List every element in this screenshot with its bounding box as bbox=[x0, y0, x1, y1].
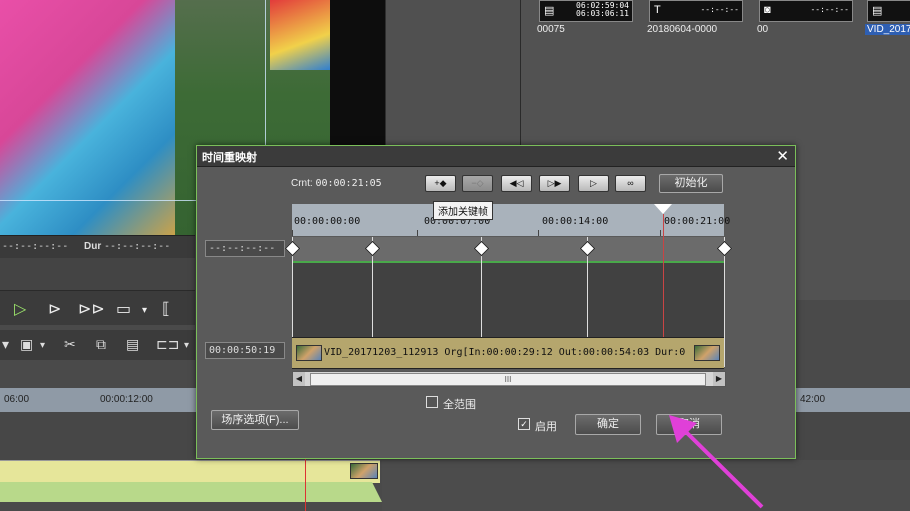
bin-clip-3[interactable]: ◙ --:--:-- bbox=[759, 0, 853, 22]
clip-timecodes: 06:02:59:04 06:03:06:11 bbox=[576, 2, 629, 18]
lane-timecode-field[interactable]: --:--:--:-- bbox=[205, 240, 285, 257]
loop-icon[interactable]: ▭ bbox=[116, 299, 131, 319]
clip-strip[interactable]: VID_20171203_112913 Org[In:00:00:29:12 O… bbox=[292, 337, 724, 369]
ruler-tick: 42:00 bbox=[800, 394, 826, 405]
time-remap-dialog: 时间重映射 ✕ Crnt: 00:00:21:05 +◆ −◇ ◀◁ ▷▶ ▷ … bbox=[196, 145, 796, 509]
add-keyframe-button[interactable]: +◆ bbox=[425, 175, 456, 192]
ok-button[interactable]: 确定 bbox=[575, 414, 641, 435]
ruler-mark bbox=[292, 230, 293, 236]
timeline-clip-video[interactable] bbox=[0, 460, 380, 483]
sequence-options-button[interactable]: 场序选项(F)... bbox=[211, 410, 299, 430]
delete-keyframe-button[interactable]: −◇ bbox=[462, 175, 493, 192]
film-icon: ▤ bbox=[872, 5, 883, 17]
ruler-tick: 00:00:12:00 bbox=[100, 394, 153, 405]
camera-icon: ◙ bbox=[764, 4, 771, 16]
bin-clip-3-label: 00 bbox=[757, 24, 769, 35]
clip-thumbnail bbox=[296, 345, 322, 361]
time-curve-area[interactable] bbox=[292, 263, 724, 337]
current-time-readout: Crnt: 00:00:21:05 bbox=[291, 178, 382, 189]
player-controls: ▷ ⊳ ⊳⊳ ▭ ▾ ⟦ bbox=[0, 290, 195, 325]
scroll-thumb[interactable]: III bbox=[310, 373, 706, 386]
set-in-icon[interactable]: ⟦ bbox=[162, 299, 170, 319]
dialog-titlebar: 时间重映射 ✕ bbox=[197, 146, 795, 167]
dialog-title: 时间重映射 bbox=[202, 152, 257, 164]
dur-timecode: --:--:--:-- bbox=[104, 241, 171, 252]
fast-forward-icon[interactable]: ⊳⊳ bbox=[78, 299, 105, 319]
play-icon[interactable]: ▷ bbox=[14, 299, 26, 319]
clip-timecode-field[interactable]: 00:00:50:19 bbox=[205, 342, 285, 359]
prev-keyframe-button[interactable]: ◀◁ bbox=[501, 175, 532, 192]
save-icon[interactable]: ▣ bbox=[20, 336, 33, 353]
clip-thumbnail bbox=[694, 345, 720, 361]
crnt-label: Crnt: bbox=[291, 178, 313, 189]
clip-timecode: --:--:-- bbox=[810, 5, 849, 14]
full-range-label: 全范围 bbox=[443, 399, 476, 411]
bin-clip-4-label: VID_2017 bbox=[865, 24, 910, 35]
scroll-right-icon[interactable]: ▶ bbox=[713, 372, 725, 386]
clip-mode-icon[interactable]: ⊏⊐ bbox=[156, 336, 179, 353]
loop-keyframe-button[interactable]: ∞ bbox=[615, 175, 646, 192]
panel-separator bbox=[385, 0, 521, 145]
film-icon: ▤ bbox=[544, 5, 555, 17]
crnt-value: 00:00:21:05 bbox=[315, 178, 382, 189]
preview-kite bbox=[270, 0, 330, 70]
player-timecode-bar: --:--:--:-- Dur --:--:--:-- bbox=[0, 235, 195, 258]
clip-info-text: VID_20171203_112913 Org[In:00:00:29:12 O… bbox=[324, 347, 686, 358]
clip-thumbnail bbox=[350, 463, 378, 479]
paste-icon[interactable]: ▤ bbox=[126, 336, 139, 353]
timeline-clip-audio[interactable] bbox=[0, 482, 382, 502]
close-icon[interactable]: ✕ bbox=[776, 147, 789, 165]
bin-clip-1[interactable]: ▤ 06:02:59:04 06:03:06:11 bbox=[539, 0, 633, 22]
horizontal-scrollbar[interactable]: ◀ III ▶ bbox=[292, 371, 726, 387]
annotation-arrow-icon bbox=[669, 415, 764, 509]
dropdown-arrow-icon[interactable]: ▾ bbox=[2, 336, 9, 353]
ruler-mark bbox=[660, 230, 661, 236]
enable-label: 启用 bbox=[535, 421, 557, 433]
dropdown-arrow-icon[interactable]: ▾ bbox=[142, 305, 147, 316]
ruler-mark bbox=[538, 230, 539, 236]
enable-checkbox[interactable]: ✓ bbox=[518, 418, 530, 430]
ruler-label: 00:00:00:00 bbox=[294, 216, 361, 227]
player-spacer bbox=[0, 258, 195, 290]
initialize-button[interactable]: 初始化 bbox=[659, 174, 723, 193]
clip-timecode: --:--:-- bbox=[700, 5, 739, 14]
full-range-checkbox[interactable] bbox=[426, 396, 438, 408]
in-timecode: --:--:--:-- bbox=[2, 241, 69, 252]
current-time-marker[interactable] bbox=[654, 204, 672, 214]
copy-icon[interactable]: ⧉ bbox=[96, 336, 106, 353]
next-keyframe-button[interactable]: ▷▶ bbox=[539, 175, 570, 192]
ruler-mark bbox=[417, 230, 418, 236]
bin-clip-4[interactable]: ▤ bbox=[867, 0, 910, 22]
play-keyframe-button[interactable]: ▷ bbox=[578, 175, 609, 192]
keyframe-lane[interactable] bbox=[292, 237, 724, 261]
dropdown-arrow-icon[interactable]: ▾ bbox=[40, 340, 45, 351]
step-forward-icon[interactable]: ⊳ bbox=[48, 299, 61, 319]
dropdown-arrow-icon[interactable]: ▾ bbox=[184, 340, 189, 351]
add-keyframe-tooltip: 添加关键帧 bbox=[433, 201, 493, 220]
bin-clip-1-label: 00075 bbox=[537, 24, 565, 35]
bin-clip-2[interactable]: T --:--:-- bbox=[649, 0, 743, 22]
edit-toolbar: ▾ ▣ ▾ ✂ ⧉ ▤ ⊏⊐ ▾ bbox=[0, 330, 195, 360]
timeline-empty-track bbox=[382, 460, 910, 511]
cut-icon[interactable]: ✂ bbox=[64, 336, 76, 353]
dur-label: Dur bbox=[84, 241, 102, 252]
bin-clip-2-label: 20180604-0000 bbox=[647, 24, 718, 35]
scroll-left-icon[interactable]: ◀ bbox=[293, 372, 305, 386]
ruler-label: 00:00:21:00 bbox=[664, 216, 731, 227]
ruler-tick: 06:00 bbox=[4, 394, 30, 405]
title-icon: T bbox=[654, 4, 661, 16]
ruler-label: 00:00:14:00 bbox=[542, 216, 609, 227]
clip-out-timecode: 06:03:06:11 bbox=[576, 9, 629, 18]
